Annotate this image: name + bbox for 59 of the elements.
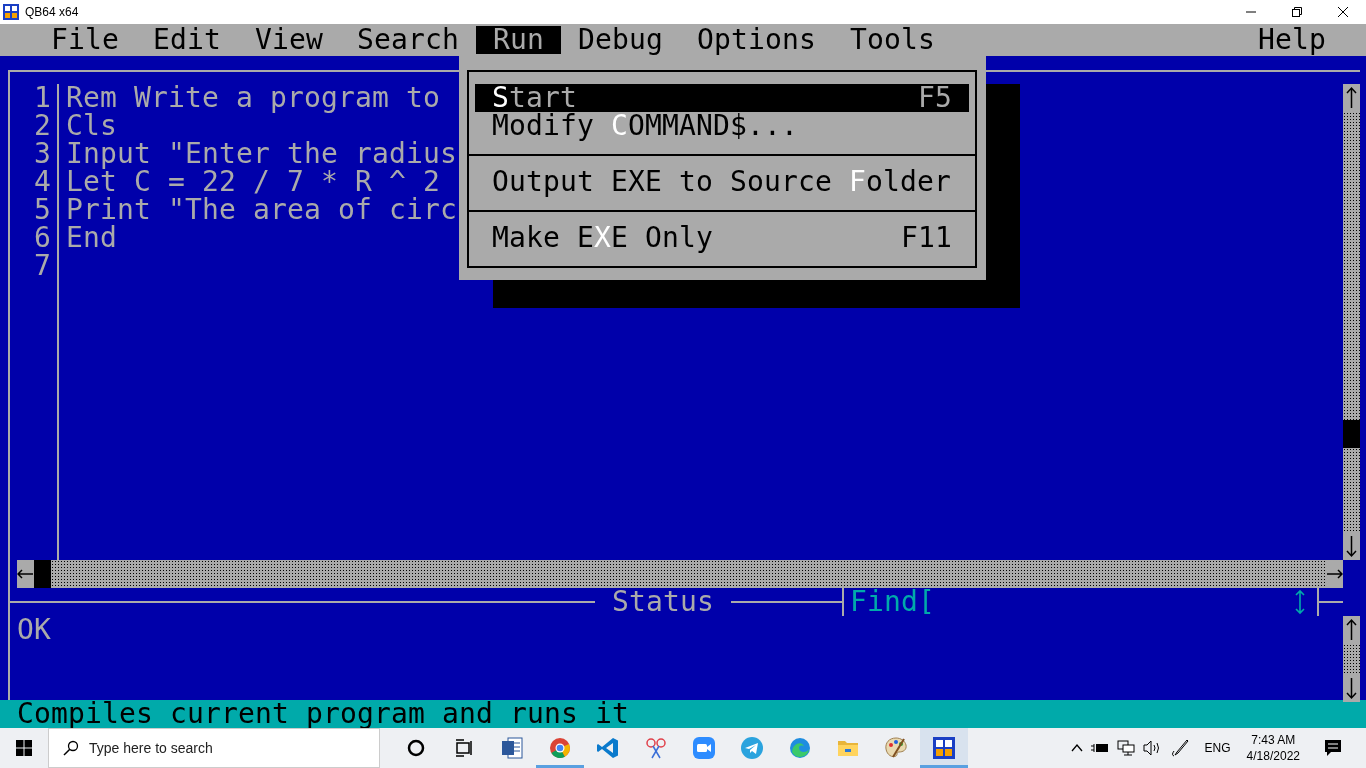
search-field[interactable]: Type here to search (48, 728, 380, 768)
pen-icon[interactable] (1170, 739, 1189, 757)
battery-icon[interactable] (1090, 742, 1109, 754)
search-icon (63, 740, 79, 756)
menu-item[interactable]: Edit (136, 26, 238, 54)
close-icon[interactable] (1338, 7, 1348, 17)
window-title: QB64 x64 (25, 4, 79, 20)
language-indicator[interactable]: ENG (1204, 740, 1231, 756)
code-line: Input "Enter the radius (66, 140, 457, 168)
vertical-scrollbar[interactable] (1343, 616, 1360, 702)
scroll-down-icon[interactable] (1343, 532, 1360, 560)
menu-item[interactable]: Debug (561, 26, 680, 54)
shortcut-label: F11 (901, 224, 952, 252)
scroll-thumb[interactable] (1343, 420, 1360, 448)
resize-arrow-icon[interactable] (1294, 589, 1306, 615)
menu-item[interactable]: Tools (833, 26, 952, 54)
clock-date[interactable]: 4/18/2022 (1246, 748, 1300, 764)
status-message: OK (16, 616, 52, 644)
find-field[interactable]: Find[ (842, 588, 1319, 616)
notification-icon[interactable] (1324, 739, 1342, 757)
status-text: Compiles current program and runs it (17, 697, 629, 730)
chevron-up-icon[interactable] (1070, 744, 1083, 752)
scroll-left-icon[interactable] (17, 560, 34, 588)
scroll-up-icon[interactable] (1343, 84, 1360, 112)
windows-logo-icon[interactable] (16, 740, 32, 756)
vertical-scrollbar[interactable] (1343, 84, 1360, 560)
scroll-thumb[interactable] (34, 560, 51, 588)
menu-item[interactable]: Help (1241, 26, 1343, 54)
line-number: 3 (33, 140, 51, 168)
code-line: Rem Write a program to (66, 84, 440, 112)
scroll-right-icon[interactable] (1326, 560, 1343, 588)
menu-item[interactable]: View (238, 26, 340, 54)
restore-icon[interactable] (1292, 7, 1302, 17)
line-number: 1 (33, 84, 51, 112)
shortcut-label: F5 (918, 84, 952, 112)
line-number: 5 (33, 196, 51, 224)
network-icon[interactable] (1116, 740, 1135, 756)
line-number: 2 (33, 112, 51, 140)
line-number: 7 (33, 252, 51, 280)
menu-item[interactable]: File (34, 26, 136, 54)
code-line: Print "The area of circ (66, 196, 457, 224)
clock-time[interactable]: 7:43 AM (1251, 732, 1296, 748)
menu-option[interactable]: Modify COMMAND$... (475, 112, 969, 140)
menu-option[interactable]: Start F5 (475, 84, 969, 112)
app-icon[interactable] (920, 728, 968, 768)
code-line: End (66, 224, 117, 252)
menu-item[interactable]: Options (680, 26, 833, 54)
menu-item[interactable]: Search (340, 26, 476, 54)
code-line: Cls (66, 112, 117, 140)
menu-option[interactable]: Make EXE Only F11 (475, 224, 969, 252)
scroll-down-icon[interactable] (1343, 674, 1360, 702)
app-icon (3, 4, 19, 20)
menu-item[interactable]: Run (476, 26, 561, 54)
scroll-up-icon[interactable] (1343, 616, 1360, 644)
status-title: Status (611, 588, 715, 616)
line-number: 6 (33, 224, 51, 252)
menu-option[interactable]: Output EXE to Source Folder (475, 168, 969, 196)
line-number: 4 (33, 168, 51, 196)
code-line: Let C = 22 / 7 * R ^ 2 (66, 168, 440, 196)
